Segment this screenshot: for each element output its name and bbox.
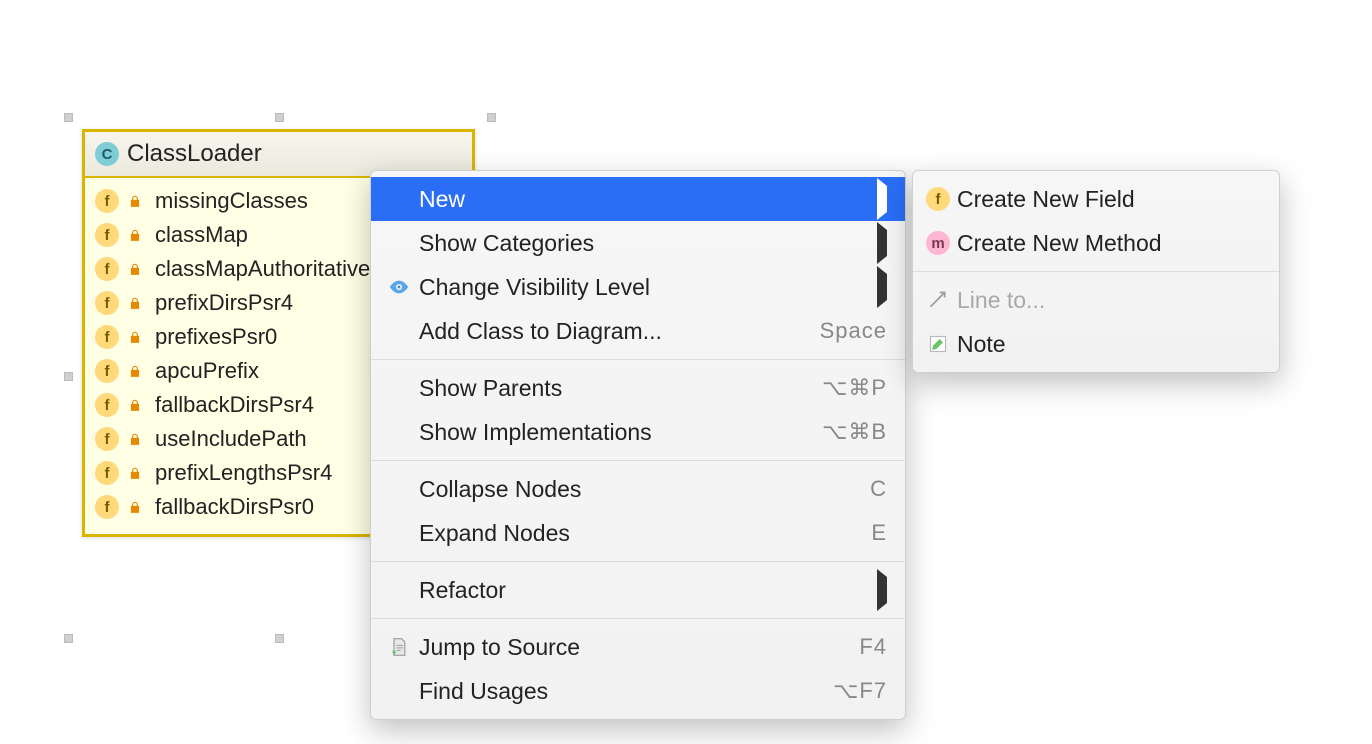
- menu-item-show-categories[interactable]: Show Categories: [371, 221, 905, 265]
- submenu-arrow-icon: [877, 577, 887, 604]
- field-name: classMap: [155, 222, 248, 248]
- menu-item-find-usages[interactable]: Find Usages ⌥F7: [371, 669, 905, 713]
- lock-icon: [125, 361, 145, 381]
- menu-item-label: Refactor: [419, 577, 865, 604]
- submenu-item-line-to: Line to...: [913, 278, 1279, 322]
- field-name: fallbackDirsPsr0: [155, 494, 314, 520]
- menu-separator: [371, 359, 905, 360]
- field-icon: f: [95, 495, 119, 519]
- field-icon: f: [926, 187, 950, 211]
- menu-shortcut: E: [871, 520, 887, 546]
- menu-separator: [371, 460, 905, 461]
- field-name: prefixDirsPsr4: [155, 290, 293, 316]
- lock-icon: [125, 259, 145, 279]
- field-icon: f: [95, 291, 119, 315]
- field-icon: f: [95, 223, 119, 247]
- menu-item-label: Jump to Source: [419, 634, 847, 661]
- menu-item-label: Show Parents: [419, 375, 810, 402]
- method-icon: m: [926, 231, 950, 255]
- menu-item-new[interactable]: New: [371, 177, 905, 221]
- field-name: prefixesPsr0: [155, 324, 277, 350]
- menu-shortcut: ⌥⌘B: [822, 419, 887, 445]
- submenu-item-create-new-field[interactable]: f Create New Field: [913, 177, 1279, 221]
- field-name: apcuPrefix: [155, 358, 259, 384]
- menu-separator: [913, 271, 1279, 272]
- document-icon: [389, 636, 409, 658]
- submenu-arrow-icon: [877, 186, 887, 213]
- menu-separator: [371, 618, 905, 619]
- class-title: ClassLoader: [127, 140, 262, 168]
- menu-item-label: Add Class to Diagram...: [419, 318, 808, 345]
- resize-handle[interactable]: [64, 372, 73, 381]
- menu-shortcut: Space: [820, 318, 887, 344]
- class-icon: C: [95, 142, 119, 166]
- menu-item-label: Show Categories: [419, 230, 865, 257]
- resize-handle[interactable]: [275, 113, 284, 122]
- field-name: prefixLengthsPsr4: [155, 460, 332, 486]
- menu-separator: [371, 561, 905, 562]
- menu-item-label: Find Usages: [419, 678, 821, 705]
- submenu-arrow-icon: [877, 230, 887, 257]
- lock-icon: [125, 327, 145, 347]
- field-icon: f: [95, 461, 119, 485]
- field-icon: f: [95, 427, 119, 451]
- field-icon: f: [95, 257, 119, 281]
- lock-icon: [125, 191, 145, 211]
- menu-item-add-class-to-diagram[interactable]: Add Class to Diagram... Space: [371, 309, 905, 353]
- field-name: fallbackDirsPsr4: [155, 392, 314, 418]
- field-name: missingClasses: [155, 188, 308, 214]
- submenu-item-label: Line to...: [957, 287, 1261, 314]
- field-name: useIncludePath: [155, 426, 307, 452]
- submenu-item-label: Create New Method: [957, 230, 1261, 257]
- note-icon: [928, 334, 948, 354]
- field-icon: f: [95, 325, 119, 349]
- menu-item-label: Collapse Nodes: [419, 476, 858, 503]
- line-to-icon: [928, 290, 948, 310]
- field-icon: f: [95, 189, 119, 213]
- menu-item-jump-to-source[interactable]: Jump to Source F4: [371, 625, 905, 669]
- menu-item-label: Show Implementations: [419, 419, 810, 446]
- lock-icon: [125, 429, 145, 449]
- lock-icon: [125, 225, 145, 245]
- menu-item-show-parents[interactable]: Show Parents ⌥⌘P: [371, 366, 905, 410]
- menu-item-collapse-nodes[interactable]: Collapse Nodes C: [371, 467, 905, 511]
- menu-item-label: Expand Nodes: [419, 520, 859, 547]
- resize-handle[interactable]: [275, 634, 284, 643]
- lock-icon: [125, 293, 145, 313]
- menu-shortcut: F4: [859, 634, 887, 660]
- menu-item-expand-nodes[interactable]: Expand Nodes E: [371, 511, 905, 555]
- submenu-item-label: Create New Field: [957, 186, 1261, 213]
- menu-shortcut: ⌥⌘P: [822, 375, 887, 401]
- context-submenu-new[interactable]: f Create New Field m Create New Method Line …: [912, 170, 1280, 373]
- submenu-item-label: Note: [957, 331, 1261, 358]
- resize-handle[interactable]: [64, 634, 73, 643]
- submenu-item-note[interactable]: Note: [913, 322, 1279, 366]
- resize-handle[interactable]: [64, 113, 73, 122]
- lock-icon: [125, 463, 145, 483]
- resize-handle[interactable]: [487, 113, 496, 122]
- lock-icon: [125, 497, 145, 517]
- menu-item-show-implementations[interactable]: Show Implementations ⌥⌘B: [371, 410, 905, 454]
- menu-shortcut: C: [870, 476, 887, 502]
- menu-item-label: New: [419, 186, 865, 213]
- submenu-arrow-icon: [877, 274, 887, 301]
- eye-icon: [388, 276, 410, 298]
- menu-item-change-visibility-level[interactable]: Change Visibility Level: [371, 265, 905, 309]
- menu-shortcut: ⌥F7: [833, 678, 887, 704]
- menu-item-refactor[interactable]: Refactor: [371, 568, 905, 612]
- field-name: classMapAuthoritative: [155, 256, 370, 282]
- menu-item-label: Change Visibility Level: [419, 274, 865, 301]
- context-menu[interactable]: New Show Categories Change Visibility Leve…: [370, 170, 906, 720]
- field-icon: f: [95, 359, 119, 383]
- field-icon: f: [95, 393, 119, 417]
- submenu-item-create-new-method[interactable]: m Create New Method: [913, 221, 1279, 265]
- lock-icon: [125, 395, 145, 415]
